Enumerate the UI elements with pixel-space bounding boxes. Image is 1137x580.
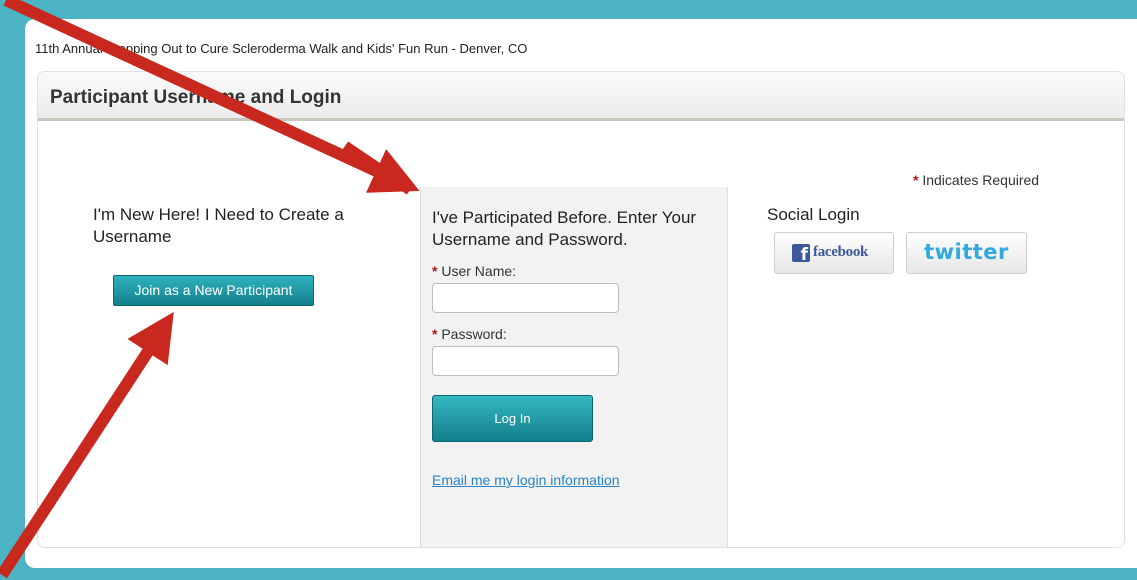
join-new-participant-button[interactable]: Join as a New Participant xyxy=(113,275,314,306)
username-label: * User Name: xyxy=(432,263,516,279)
panel-title: Participant Username and Login xyxy=(50,87,342,108)
required-star: * xyxy=(432,326,438,342)
facebook-login-button[interactable]: f facebook xyxy=(774,232,894,274)
required-star: * xyxy=(913,172,919,188)
facebook-label: facebook xyxy=(813,244,869,260)
returning-login-heading: I've Participated Before. Enter Your Use… xyxy=(432,208,697,249)
username-label-text: User Name: xyxy=(441,263,517,279)
required-note-text: Indicates Required xyxy=(922,172,1040,188)
social-login-heading: Social Login xyxy=(767,205,860,224)
page-card: 11th Annual Stepping Out to Cure Sclerod… xyxy=(25,19,1137,568)
login-panel: Participant Username and Login * Indicat… xyxy=(37,71,1125,548)
required-star: * xyxy=(432,263,438,279)
password-input[interactable] xyxy=(432,346,619,376)
twitter-login-button[interactable]: twitter xyxy=(906,232,1027,274)
password-label-text: Password: xyxy=(441,326,507,342)
password-label: * Password: xyxy=(432,326,507,342)
new-participant-heading: I'm New Here! I Need to Create a Usernam… xyxy=(93,205,344,246)
required-note: * Indicates Required xyxy=(913,172,1039,188)
event-title: 11th Annual Stepping Out to Cure Sclerod… xyxy=(35,41,528,56)
username-input[interactable] xyxy=(432,283,619,313)
log-in-button[interactable]: Log In xyxy=(432,395,593,442)
panel-header: Participant Username and Login xyxy=(38,72,1124,121)
twitter-logo: twitter xyxy=(924,240,1009,264)
returning-login-column: I've Participated Before. Enter Your Use… xyxy=(420,187,728,547)
facebook-icon: f xyxy=(792,244,810,262)
email-login-info-link[interactable]: Email me my login information xyxy=(432,472,620,488)
